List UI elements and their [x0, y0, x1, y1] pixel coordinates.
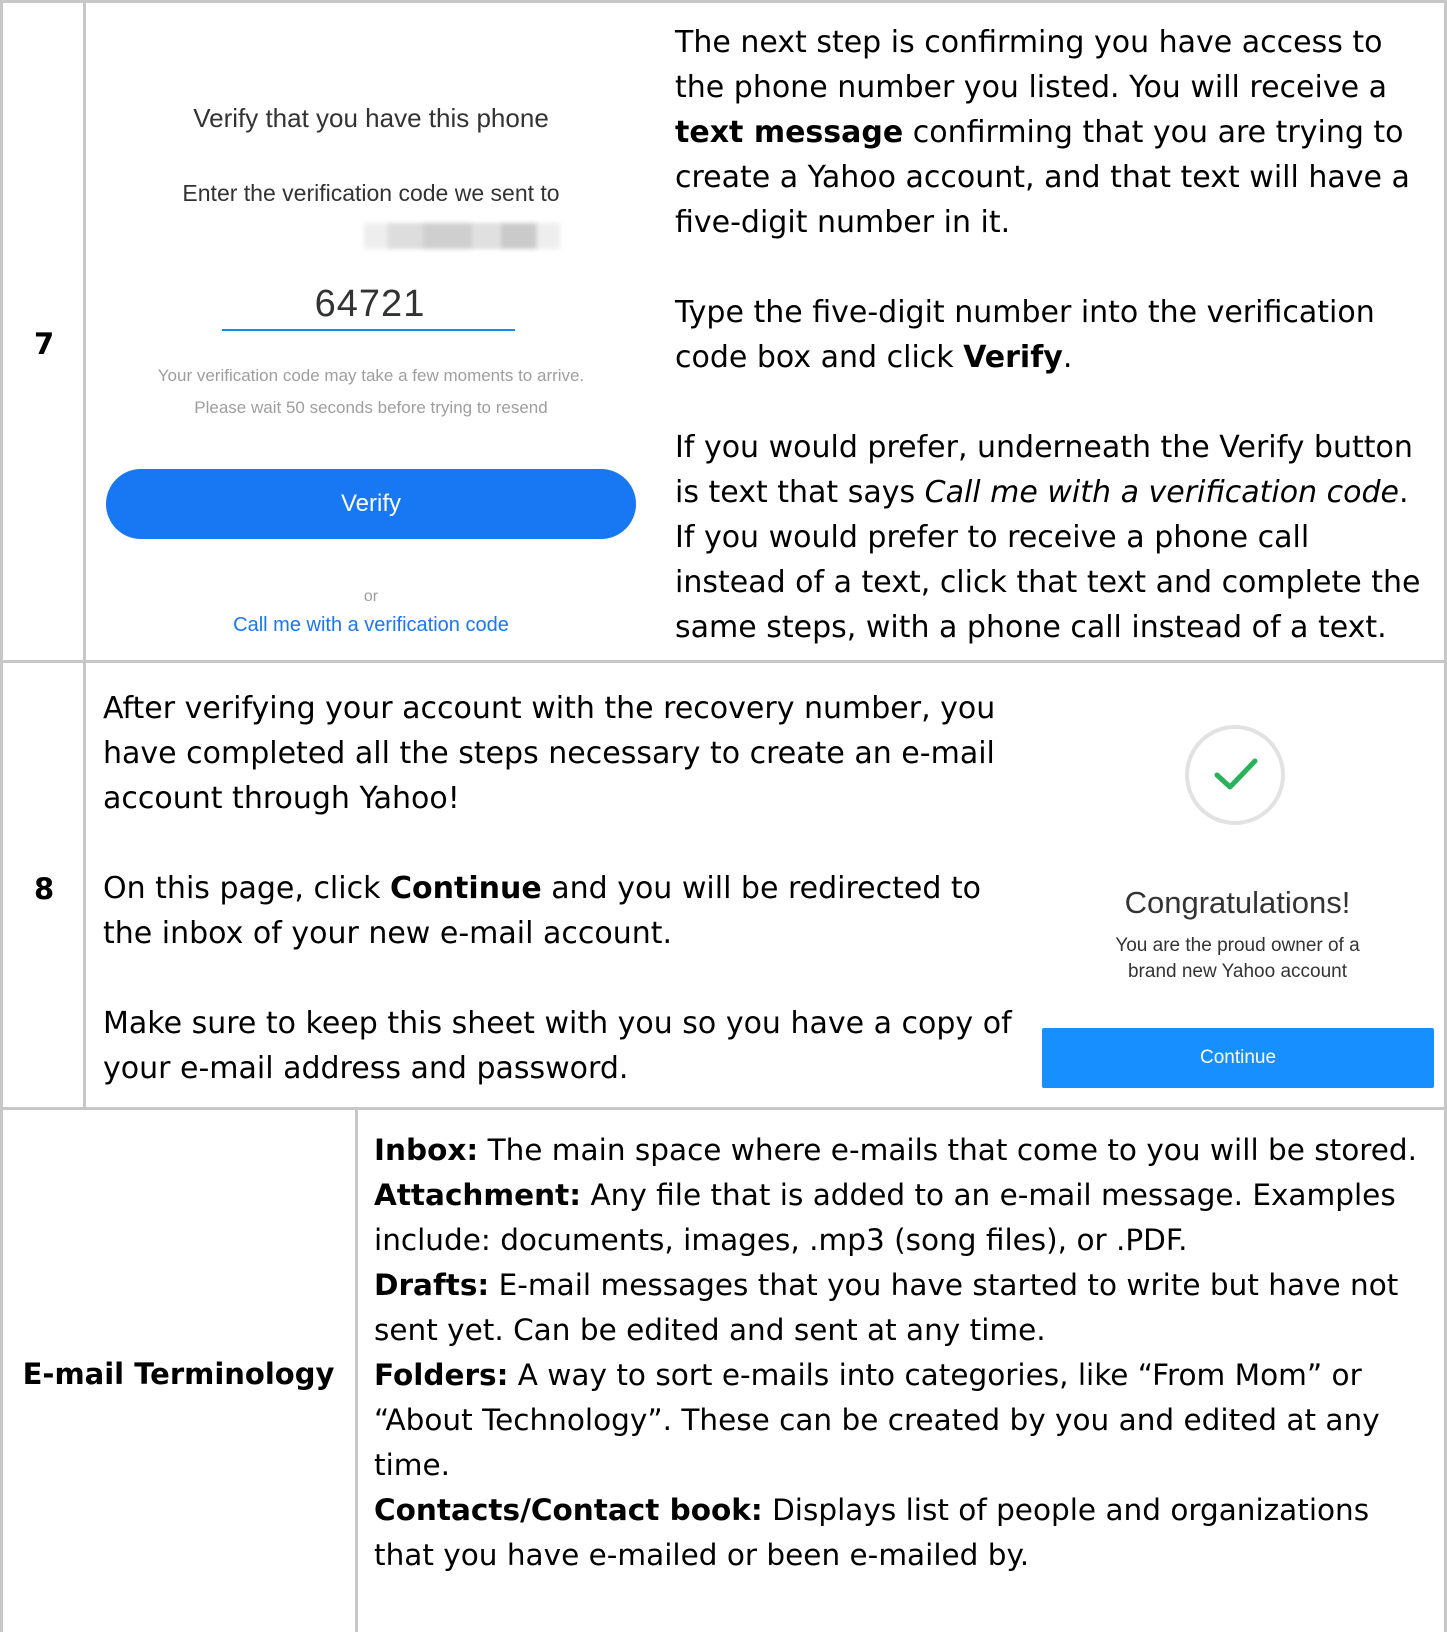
terminology-list: Inbox: The main space where e-mails that… — [374, 1128, 1434, 1578]
term-item-contacts: Contacts/Contact book: Displays list of … — [374, 1488, 1434, 1578]
terminology-label: E-mail Terminology — [22, 1357, 335, 1391]
term-item-drafts: Drafts: E-mail messages that you have st… — [374, 1263, 1434, 1353]
step-number-7: 7 — [34, 327, 55, 361]
table-border-top — [0, 0, 1447, 3]
verify-note-line1: Your verification code may take a few mo… — [157, 366, 585, 385]
row7-paragraph-2: Type the five-digit number into the veri… — [675, 290, 1425, 380]
blurred-phone-number — [364, 223, 560, 249]
term-attachment: Attachment: — [374, 1178, 582, 1212]
row8-p2-text-a: On this page, click — [103, 871, 391, 906]
definition-drafts: E-mail messages that you have started to… — [374, 1268, 1399, 1347]
row7-paragraph-3: If you would prefer, underneath the Veri… — [675, 425, 1425, 650]
row7-divider — [0, 660, 1447, 663]
congratulations-title: Congratulations! — [1124, 885, 1351, 920]
code-input-underline — [222, 329, 515, 331]
term-drafts: Drafts: — [374, 1268, 490, 1302]
continue-button[interactable]: Continue — [1042, 1028, 1434, 1088]
congratulations-screenshot: Congratulations! You are the proud owner… — [1040, 690, 1435, 1088]
subtitle-line-2: brand new Yahoo account — [1127, 961, 1348, 982]
row7-p1-bold: text message — [675, 115, 904, 150]
term-inbox: Inbox: — [374, 1133, 479, 1167]
step-number-8: 8 — [34, 872, 55, 906]
row8-instructions: After verifying your account with the re… — [103, 686, 1023, 1091]
term-item-inbox: Inbox: The main space where e-mails that… — [374, 1128, 1434, 1173]
congratulations-subtitle: You are the proud owner of a brand new Y… — [1040, 933, 1435, 985]
row8-paragraph-1: After verifying your account with the re… — [103, 691, 996, 816]
verification-code-input[interactable]: 64721 — [220, 283, 520, 326]
row7-p2-text-b: . — [1062, 340, 1073, 375]
row8-paragraph-2: On this page, click Continue and you wil… — [103, 866, 1023, 956]
row7-p3-italic: Call me with a verification code — [924, 475, 1399, 510]
term-item-attachment: Attachment: Any file that is added to an… — [374, 1173, 1434, 1263]
term-folders: Folders: — [374, 1358, 509, 1392]
success-badge — [1185, 725, 1285, 825]
document-page: 7 Verify that you have this phone Enter … — [0, 0, 1447, 1632]
row8-p2-bold: Continue — [390, 871, 542, 906]
verify-button[interactable]: Verify — [106, 469, 636, 539]
row8-paragraph-3: Make sure to keep this sheet with you so… — [103, 1006, 1012, 1086]
row8-divider — [0, 1107, 1447, 1110]
definition-inbox: The main space where e-mails that come t… — [478, 1133, 1417, 1167]
number-column-divider — [83, 0, 86, 1108]
verify-subtitle: Enter the verification code we sent to — [182, 180, 560, 206]
call-me-link[interactable]: Call me with a verification code — [96, 614, 646, 637]
verify-note-line2: Please wait 50 seconds before trying to … — [194, 398, 548, 417]
verify-title: Verify that you have this phone — [193, 103, 549, 133]
row7-p1-text-a: The next step is confirming you have acc… — [675, 25, 1387, 105]
verify-phone-screenshot: Verify that you have this phone Enter th… — [96, 8, 646, 648]
subtitle-line-1: You are the proud owner of a — [1115, 935, 1360, 956]
term-item-folders: Folders: A way to sort e-mails into cate… — [374, 1353, 1434, 1488]
term-contacts: Contacts/Contact book: — [374, 1493, 763, 1527]
definition-folders: A way to sort e-mails into categories, l… — [374, 1358, 1380, 1482]
row7-instructions: The next step is confirming you have acc… — [675, 20, 1425, 650]
checkmark-icon — [1214, 758, 1258, 790]
row7-paragraph-1: The next step is confirming you have acc… — [675, 20, 1425, 245]
or-separator: or — [363, 588, 379, 605]
row7-p2-bold: Verify — [963, 340, 1063, 375]
